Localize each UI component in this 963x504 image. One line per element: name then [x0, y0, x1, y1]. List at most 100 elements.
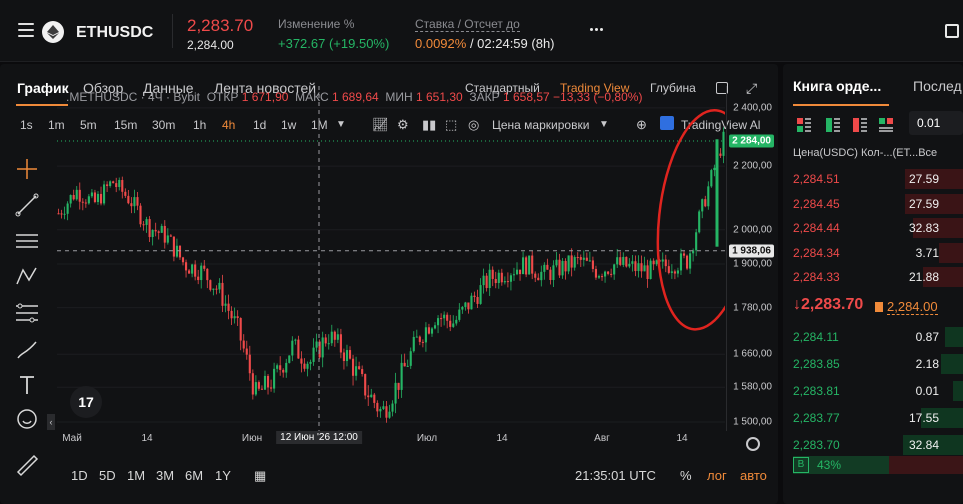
range-1d[interactable]: 1D [71, 468, 88, 483]
candle-body [106, 184, 109, 186]
axis-settings-icon[interactable] [746, 437, 760, 451]
ask-row[interactable]: 2,284.45 27.59 [783, 193, 963, 215]
buy-sell-ratio: B 43% [793, 456, 963, 474]
candle-body [440, 318, 443, 320]
candle-body [157, 231, 160, 233]
bid-row[interactable]: 2,283.77 17.55 [783, 407, 963, 429]
ask-price: 2,284.33 [793, 270, 840, 284]
candle-body [382, 406, 385, 409]
ask-row[interactable]: 2,284.51 27.59 [783, 168, 963, 190]
tradingview-logo: 17 [70, 386, 102, 418]
percent-toggle[interactable]: % [680, 468, 692, 483]
price-axis[interactable]: 2 400,00 2 200,00 2 000,00 1 900,00 1 780,00… [726, 86, 778, 431]
candle-body [715, 139, 719, 247]
candle-body [710, 170, 713, 187]
mid-mark-price[interactable]: 2,284.00 [887, 299, 938, 315]
x-tick-label: 14 [676, 433, 688, 444]
layout-split-icon[interactable] [879, 118, 893, 132]
bid-row[interactable]: 2,283.81 0.01 [783, 380, 963, 402]
candle-body [676, 270, 679, 274]
candle-body [109, 181, 112, 186]
time-axis[interactable]: Май 14 Июн Июл 14 Авг 14 12 Июн '26 12:00 [57, 431, 725, 447]
candle-body [555, 259, 558, 266]
horizontal-lines-icon[interactable] [14, 228, 40, 254]
layout-bids-icon[interactable] [826, 118, 840, 132]
change-label: Изменение % [278, 17, 355, 31]
candle-body [491, 269, 494, 279]
layout-asks-icon[interactable] [853, 118, 867, 132]
y-tick-label: 2 000,00 [733, 224, 772, 236]
ask-row[interactable]: 2,284.33 21.88 [783, 266, 963, 288]
bid-row[interactable]: 2,283.85 2.18 [783, 353, 963, 375]
range-1m[interactable]: 1M [127, 468, 145, 483]
ohlc-legend: .METHUSDC · 4Ч · Bybit ОТКР 1 671,90 МАК… [66, 90, 642, 104]
candle-body [704, 199, 707, 207]
candle-body [379, 408, 382, 412]
y-tick-label: 1 500,00 [733, 416, 772, 428]
candle-body [330, 331, 333, 344]
candle-body [72, 195, 75, 200]
brush-icon[interactable] [14, 336, 40, 362]
candle-body [312, 347, 315, 362]
candle-body [276, 365, 279, 369]
calendar-icon[interactable]: ▦ [254, 468, 266, 484]
auto-toggle[interactable]: авто [740, 468, 767, 483]
crosshair-icon[interactable] [14, 156, 40, 182]
layout-both-icon[interactable] [797, 118, 811, 132]
candle-body [421, 341, 424, 343]
candle-body [221, 282, 224, 306]
candle-body [69, 195, 72, 204]
candle-body [509, 275, 512, 282]
y-tick-label: 2 400,00 [733, 102, 772, 114]
ruler-icon[interactable] [14, 452, 40, 478]
candle-body [385, 406, 388, 418]
candle-body [351, 358, 355, 376]
chart-bottom-bar: 1D 5D 1M 3M 6M 1Y ▦ 21:35:01 UTC % лог а… [57, 464, 778, 488]
candle-body [96, 193, 100, 203]
candle-body [336, 334, 339, 340]
text-icon[interactable] [14, 372, 40, 398]
candle-body [239, 318, 242, 341]
ask-row[interactable]: 2,284.34 3.71 [783, 242, 963, 264]
candle-body [640, 263, 643, 272]
tf-1s[interactable]: 1s [20, 118, 33, 132]
candle-body [248, 354, 251, 374]
tick-size-select[interactable]: 0.01 [909, 111, 963, 135]
range-3m[interactable]: 3M [156, 468, 174, 483]
trendline-icon[interactable] [14, 192, 40, 218]
pattern-icon[interactable] [14, 264, 40, 290]
candle-body [133, 197, 136, 207]
emoji-icon[interactable] [14, 406, 40, 432]
tab-recent-trades[interactable]: Послед [913, 78, 962, 94]
symbol-name[interactable]: ETHUSDC [76, 24, 153, 42]
bid-row[interactable]: 2,284.11 0.87 [783, 326, 963, 348]
fib-icon[interactable] [14, 300, 40, 326]
utc-clock[interactable]: 21:35:01 UTC [575, 468, 656, 483]
bid-price: 2,283.77 [793, 411, 840, 425]
collapse-toolbar-icon[interactable]: ‹ [47, 414, 55, 430]
funding-label[interactable]: Ставка / Отсчет до [415, 17, 520, 32]
candle-body [685, 255, 689, 269]
candle-body [391, 403, 394, 412]
menu-icon[interactable] [18, 23, 34, 37]
candle-body [245, 348, 248, 355]
candle-body [522, 257, 525, 275]
candle-body [437, 318, 440, 326]
candle-body [597, 276, 601, 278]
candle-body [646, 265, 649, 279]
candle-body [370, 394, 373, 398]
candle-body [558, 259, 561, 276]
candle-body [713, 167, 716, 171]
more-icon[interactable] [590, 28, 604, 34]
window-icon[interactable] [945, 24, 959, 38]
range-1y[interactable]: 1Y [215, 468, 231, 483]
range-5d[interactable]: 5D [99, 468, 116, 483]
range-6m[interactable]: 6M [185, 468, 203, 483]
ask-row[interactable]: 2,284.44 32.83 [783, 217, 963, 239]
tab-order-book[interactable]: Книга орде... [793, 78, 881, 94]
bid-row[interactable]: 2,283.70 32.84 [783, 434, 963, 456]
red-circle-annotation [656, 109, 725, 331]
price-chart[interactable] [57, 86, 725, 431]
candle-body [218, 282, 221, 290]
log-toggle[interactable]: лог [707, 468, 727, 483]
